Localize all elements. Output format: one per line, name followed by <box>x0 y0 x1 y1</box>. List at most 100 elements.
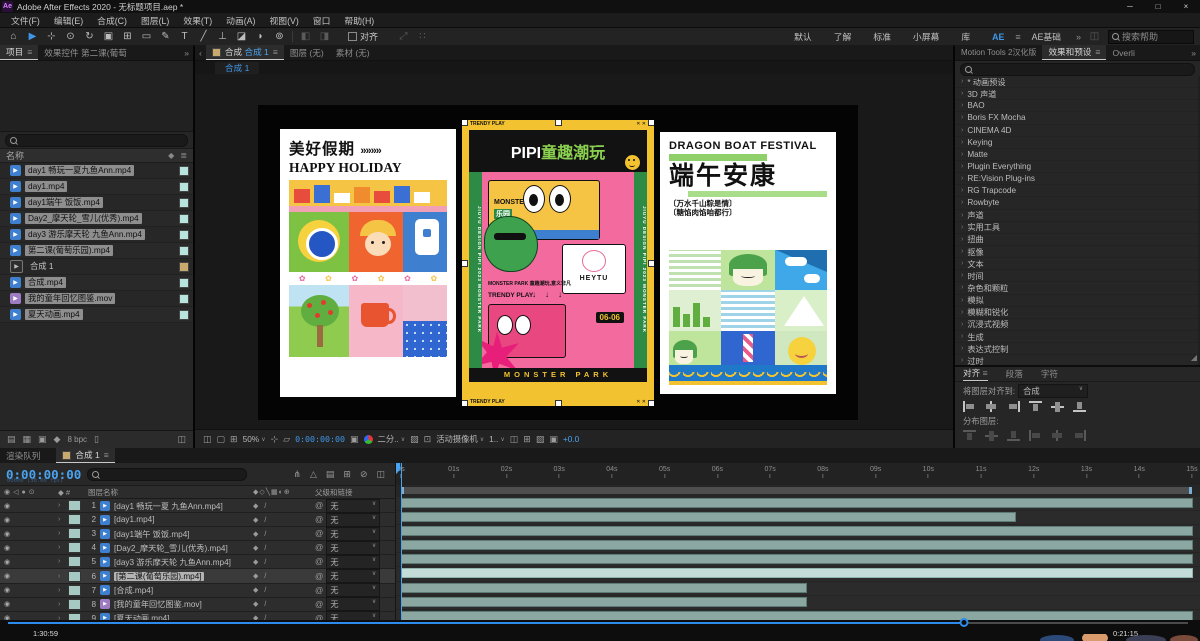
project-item-row[interactable]: ▶ Day2_摩天轮_雪儿(优秀).mp4 <box>0 211 193 227</box>
snapshot-icon[interactable]: ▣ <box>350 434 359 445</box>
playhead-line[interactable] <box>400 463 402 620</box>
layer-name[interactable]: [第二课(葡萄乐园).mp4] <box>114 570 251 582</box>
comp-mini-flowchart-icon[interactable]: ⋔ <box>293 469 301 480</box>
pickwhip-icon[interactable]: @ <box>315 515 323 524</box>
panel-resize-icon[interactable]: ◢ <box>1191 353 1197 362</box>
effects-search-input[interactable] <box>960 62 1195 76</box>
parent-select[interactable]: 无 ∨ <box>326 512 381 527</box>
layer-row[interactable]: ◉ › 1 ▶ [day1 畅玩一夏 九鱼Ann.mp4] ◆/ @ 无 ∨ <box>0 498 395 514</box>
fast-preview-icon[interactable]: ▨ <box>410 434 419 445</box>
project-item-row[interactable]: ▶ day1.mp4 <box>0 179 193 195</box>
layer-switches[interactable]: ◆/ <box>251 600 315 608</box>
selection-handle[interactable] <box>648 399 654 406</box>
distribute-bottom-button[interactable] <box>1007 430 1020 441</box>
project-search-input[interactable] <box>5 133 188 147</box>
effect-category-row[interactable]: › 模糊和锐化 <box>955 306 1198 319</box>
distribute-right-button[interactable] <box>1073 430 1086 441</box>
layer-row[interactable]: ◉ › 8 ▶ [我的童年回忆图鉴.mov] ◆/ @ 无 ∨ <box>0 597 395 612</box>
label-color-chip[interactable] <box>179 293 189 304</box>
panel-menu-icon[interactable]: ≡ <box>1095 47 1100 57</box>
twirl-icon[interactable]: › <box>961 90 963 97</box>
twirl-icon[interactable]: › <box>961 224 963 231</box>
layer-row[interactable]: ◉ › 6 ▶ [第二课(葡萄乐园).mp4] ◆/ @ 无 ∨ <box>0 569 395 584</box>
reset-exposure-icon[interactable]: ▣ <box>549 434 558 445</box>
pickwhip-icon[interactable]: @ <box>315 586 323 595</box>
selection-handle[interactable] <box>648 259 654 267</box>
tab-align[interactable]: 对齐 ≡ <box>963 367 988 381</box>
graph-editor-icon[interactable]: ◫ <box>376 469 385 480</box>
workspace-ae-basics[interactable]: AE基础 <box>1021 30 1072 43</box>
pickwhip-icon[interactable]: @ <box>315 557 323 566</box>
layer-visibility-icon[interactable]: ◉ <box>0 544 58 552</box>
layer-name[interactable]: [我的童年回忆图鉴.mov] <box>114 598 251 610</box>
parent-select[interactable]: 无 ∨ <box>326 540 381 555</box>
twirl-icon[interactable]: › <box>961 78 963 85</box>
parent-select[interactable]: 无 ∨ <box>326 554 381 569</box>
selection-handle[interactable] <box>555 119 562 126</box>
layer-visibility-icon[interactable]: ◉ <box>0 558 58 566</box>
twirl-icon[interactable]: › <box>961 175 963 182</box>
project-item-row[interactable]: ▶ day1 畅玩一夏九鱼Ann.mp4 <box>0 163 193 179</box>
selection-tool[interactable]: ▶ <box>23 30 42 44</box>
layer-name[interactable]: [Day2_摩天轮_雪儿(优秀).mp4] <box>114 542 251 554</box>
pickwhip-icon[interactable]: @ <box>315 529 323 538</box>
layer-label-chip[interactable] <box>68 584 81 596</box>
twirl-icon[interactable]: › <box>961 357 963 364</box>
layer-switches[interactable]: ◆/ <box>251 502 315 510</box>
layer-expand-icon[interactable]: › <box>58 587 68 594</box>
hide-shy-icon[interactable]: ▤ <box>326 469 335 480</box>
layer-duration-bar[interactable] <box>401 596 808 607</box>
magnification-icon[interactable]: ▢ <box>217 434 226 445</box>
workspace-small-screen[interactable]: 小屏幕 <box>902 30 950 43</box>
tab-overflow-panel[interactable]: Overli <box>1106 45 1140 60</box>
layer-switches[interactable]: ◆/ <box>251 544 315 552</box>
layer-row[interactable]: ◉ › 3 ▶ [day1端午 饭饭.mp4] ◆/ @ 无 ∨ <box>0 526 395 542</box>
workspace-standard[interactable]: 标准 <box>862 30 902 43</box>
poster-dragon-boat-festival[interactable]: DRAGON BOAT FESTIVAL 端午安康 〔万水千山粽是情〕 〔糖馅肉… <box>660 131 836 394</box>
home-tool[interactable]: ⌂ <box>4 30 23 44</box>
effect-category-row[interactable]: › 扭曲 <box>955 233 1198 246</box>
layer-switches[interactable]: ◆/ <box>251 516 315 524</box>
parent-select[interactable]: 无 ∨ <box>326 526 381 541</box>
label-color-chip[interactable] <box>179 197 189 208</box>
layer-expand-icon[interactable]: › <box>58 544 68 551</box>
tab-composition[interactable]: 合成 合成 1 ≡ <box>205 45 284 60</box>
time-ruler[interactable]: 0s01s02s03s04s05s06s07s08s09s10s11s12s13… <box>396 463 1200 486</box>
project-item-row[interactable]: ▶ 我的童年回忆图鉴.mov <box>0 291 193 307</box>
layer-duration-bar[interactable] <box>401 568 1193 579</box>
effect-category-row[interactable]: › 实用工具 <box>955 221 1198 234</box>
menu-item[interactable]: 图层(L) <box>134 14 176 27</box>
exposure-value[interactable]: +0.0 <box>563 434 579 444</box>
panel-menu-icon[interactable]: ≡ <box>104 450 109 460</box>
layer-row[interactable]: ◉ › 7 ▶ [合成.mp4] ◆/ @ 无 ∨ <box>0 583 395 598</box>
effect-category-row[interactable]: › Matte <box>955 148 1198 161</box>
layer-name[interactable]: [day1端午 饭饭.mp4] <box>114 528 251 540</box>
composition-stage[interactable]: 美好假期 »»»» HAPPY HOLIDAY ✿ ✿ ✿ ✿ ✿ ✿ TREN… <box>258 105 858 420</box>
comp-flowchart-icon[interactable]: ▨ <box>536 434 545 445</box>
menu-item[interactable]: 合成(C) <box>90 14 134 27</box>
label-column-icon[interactable]: ◆ <box>58 488 64 497</box>
label-color-chip[interactable] <box>179 277 189 288</box>
effect-category-row[interactable]: › 表达式控制 <box>955 343 1198 356</box>
tab-render-queue[interactable]: 渲染队列 <box>0 448 46 463</box>
layer-switches[interactable]: ◆/ <box>251 586 315 594</box>
pickwhip-icon[interactable]: @ <box>315 600 323 609</box>
panel-menu-icon[interactable]: ≡ <box>273 47 278 57</box>
effect-category-row[interactable]: › 时间 <box>955 270 1198 283</box>
distribute-left-button[interactable] <box>1029 430 1042 441</box>
collect-icon[interactable]: ◫ <box>177 434 186 445</box>
camera-tool[interactable]: ▣ <box>99 30 118 44</box>
label-color-chip[interactable] <box>179 213 189 224</box>
tab-timeline-comp[interactable]: 合成 1 ≡ <box>56 448 115 463</box>
close-button[interactable]: × <box>1172 0 1200 13</box>
tab-layer[interactable]: 图层 (无) <box>284 45 330 60</box>
camera-select[interactable]: 活动摄像机 ∨ <box>436 433 484 445</box>
twirl-icon[interactable]: › <box>961 163 963 170</box>
menu-item[interactable]: 视图(V) <box>262 14 305 27</box>
parent-select[interactable]: 无 ∨ <box>326 583 381 598</box>
twirl-icon[interactable]: › <box>961 102 963 109</box>
eraser-tool[interactable]: ◪ <box>232 30 251 44</box>
draft-3d-icon[interactable]: △ <box>310 469 317 480</box>
effect-category-row[interactable]: › 杂色和颗粒 <box>955 282 1198 295</box>
pan-behind-tool[interactable]: ⊞ <box>118 30 137 44</box>
